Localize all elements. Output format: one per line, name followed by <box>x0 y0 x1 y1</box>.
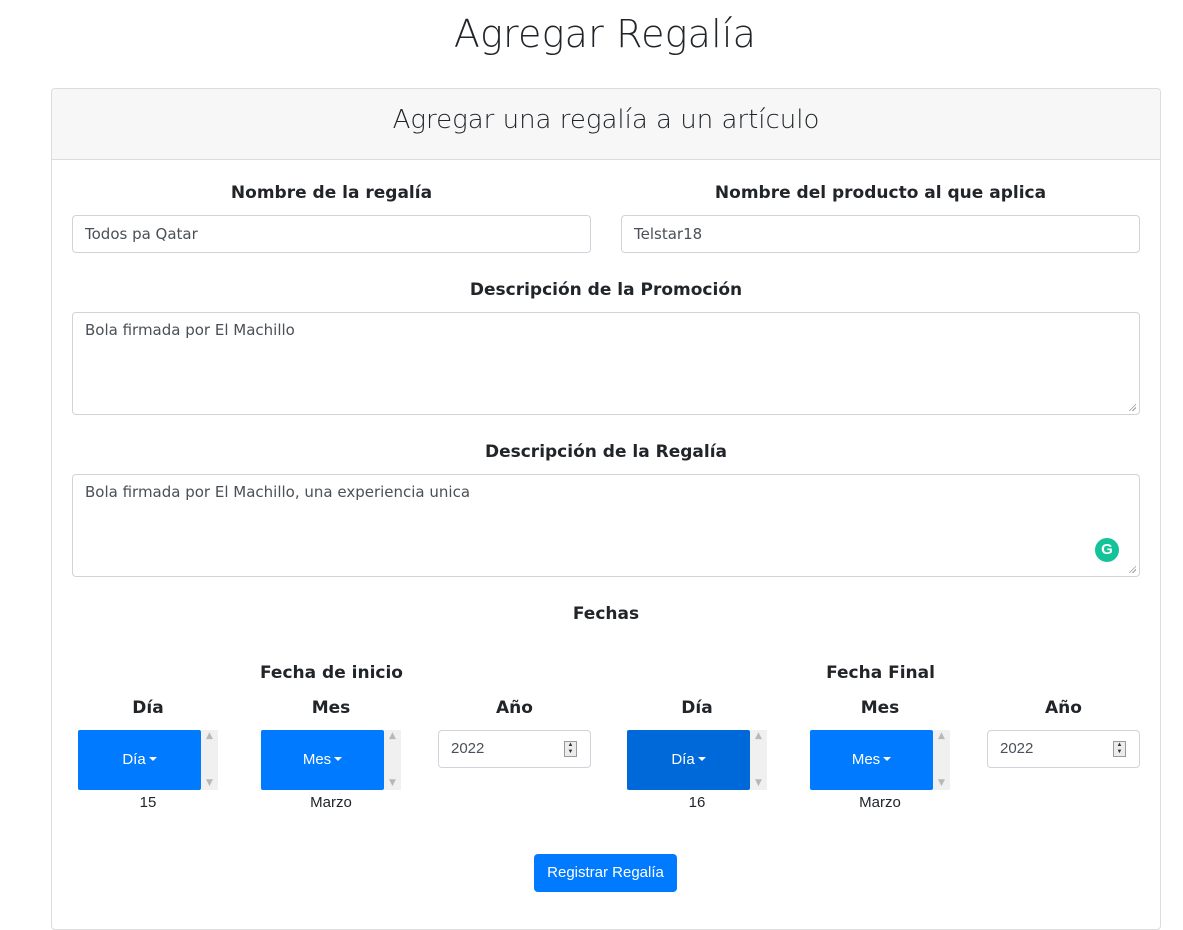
royalty-description-label: Descripción de la Regalía <box>484 442 728 462</box>
page-title: Agregar Regalía <box>453 12 757 56</box>
end-day-value: 16 <box>688 794 706 811</box>
caret-down-icon <box>334 757 343 761</box>
scroll-up-icon[interactable]: ▲ <box>937 732 946 741</box>
dates-heading: Fechas <box>572 604 640 624</box>
scroll-down-icon[interactable]: ▼ <box>754 779 763 788</box>
end-date-heading: Fecha Final <box>826 663 935 683</box>
end-day-select: Día ▲ ▼ <box>627 730 767 790</box>
scroll-up-icon[interactable]: ▲ <box>388 732 397 741</box>
end-year-input[interactable]: 2022 ▲ ▼ <box>987 730 1140 768</box>
year-spinner-icon[interactable]: ▲ ▼ <box>564 741 577 757</box>
resize-grip-icon[interactable] <box>1128 565 1136 573</box>
end-month-dropdown-button[interactable]: Mes <box>810 730 933 790</box>
start-day-label: Día <box>132 698 164 718</box>
start-month-select: Mes ▲ ▼ <box>261 730 401 790</box>
start-day-value: 15 <box>139 794 157 811</box>
start-day-scrollbar[interactable]: ▲ ▼ <box>201 730 218 790</box>
product-name-input[interactable]: Telstar18 <box>621 215 1140 253</box>
start-month-button-label: Mes <box>302 751 332 768</box>
start-day-button-label: Día <box>122 751 146 768</box>
royalty-name-input[interactable]: Todos pa Qatar <box>72 215 591 253</box>
start-day-dropdown-button[interactable]: Día <box>78 730 201 790</box>
scroll-up-icon[interactable]: ▲ <box>205 732 214 741</box>
end-year-label: Año <box>1045 698 1082 718</box>
end-day-label: Día <box>681 698 713 718</box>
promo-description-textarea[interactable]: Bola firmada por El Machillo <box>72 312 1140 415</box>
end-month-select: Mes ▲ ▼ <box>810 730 950 790</box>
end-day-scrollbar[interactable]: ▲ ▼ <box>750 730 767 790</box>
caret-down-icon <box>697 757 706 761</box>
start-year-input[interactable]: 2022 ▲ ▼ <box>438 730 591 768</box>
start-year-value: 2022 <box>451 740 485 757</box>
end-year-value: 2022 <box>1000 740 1034 757</box>
royalty-description-textarea[interactable]: Bola firmada por El Machillo, una experi… <box>72 474 1140 577</box>
end-month-label: Mes <box>860 698 900 718</box>
promo-description-text: Bola firmada por El Machillo <box>85 321 295 339</box>
year-spinner-icon[interactable]: ▲ ▼ <box>1113 741 1126 757</box>
card-header: Agregar una regalía a un artículo <box>52 89 1160 160</box>
end-month-value: Marzo <box>859 794 901 811</box>
end-month-scrollbar[interactable]: ▲ ▼ <box>933 730 950 790</box>
caret-down-icon <box>148 757 157 761</box>
start-month-dropdown-button[interactable]: Mes <box>261 730 384 790</box>
start-month-scrollbar[interactable]: ▲ ▼ <box>384 730 401 790</box>
scroll-down-icon[interactable]: ▼ <box>937 779 946 788</box>
grammarly-icon[interactable]: G <box>1095 538 1119 562</box>
end-day-dropdown-button[interactable]: Día <box>627 730 750 790</box>
register-royalty-button[interactable]: Registrar Regalía <box>534 854 677 892</box>
promo-description-label: Descripción de la Promoción <box>469 280 743 300</box>
start-date-heading: Fecha de inicio <box>260 663 403 683</box>
scroll-up-icon[interactable]: ▲ <box>754 732 763 741</box>
end-month-button-label: Mes <box>851 751 881 768</box>
scroll-down-icon[interactable]: ▼ <box>388 779 397 788</box>
scroll-down-icon[interactable]: ▼ <box>205 779 214 788</box>
start-day-select: Día ▲ ▼ <box>78 730 218 790</box>
start-month-value: Marzo <box>310 794 352 811</box>
product-name-label: Nombre del producto al que aplica <box>714 183 1047 203</box>
start-month-label: Mes <box>311 698 351 718</box>
caret-down-icon <box>883 757 892 761</box>
royalty-description-text: Bola firmada por El Machillo, una experi… <box>85 483 471 501</box>
start-year-label: Año <box>496 698 533 718</box>
royalty-name-label: Nombre de la regalía <box>230 183 433 203</box>
end-day-button-label: Día <box>671 751 695 768</box>
resize-grip-icon[interactable] <box>1128 403 1136 411</box>
